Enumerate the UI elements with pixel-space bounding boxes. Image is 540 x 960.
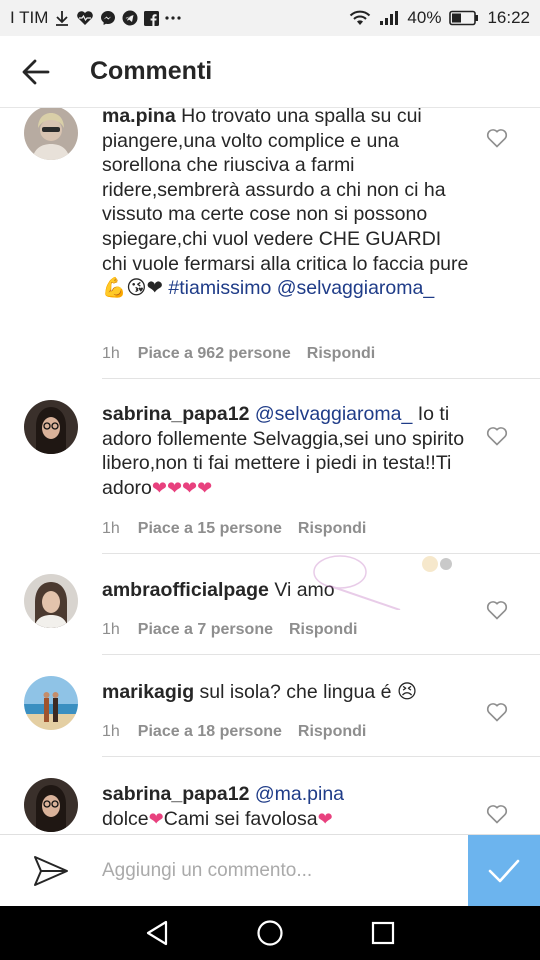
heart-outline-icon — [486, 601, 508, 620]
comment-hashtag[interactable]: #tiamissimo — [168, 277, 271, 299]
comment-body: ambraofficialpage Vi amo — [102, 578, 470, 603]
download-icon — [54, 10, 70, 26]
nav-recents-button[interactable] — [359, 909, 407, 957]
post-comment-button[interactable] — [468, 834, 540, 907]
avatar[interactable] — [24, 778, 78, 832]
circle-home-icon — [257, 920, 283, 946]
square-recents-icon — [372, 921, 395, 945]
comment-body: marikagig sul isola? che lingua é 😣 — [102, 680, 470, 705]
page-title: Commenti — [90, 57, 213, 85]
reply-button[interactable]: Rispondi — [298, 520, 366, 538]
comment-body: sabrina_papa12 @selvaggiaroma_ Io ti ado… — [102, 402, 470, 500]
more-dots-icon — [165, 15, 182, 21]
comment-time: 1h — [102, 345, 120, 362]
like-button[interactable] — [486, 702, 510, 724]
reply-button[interactable]: Rispondi — [298, 723, 366, 741]
nav-home-button[interactable] — [246, 909, 294, 957]
comment-divider — [102, 553, 540, 554]
comment-body: sabrina_papa12 @ma.pina dolce❤Cami sei f… — [102, 782, 470, 831]
like-button[interactable] — [486, 600, 510, 622]
avatar[interactable] — [24, 108, 78, 160]
comment-likes[interactable]: Piace a 7 persone — [138, 621, 273, 639]
battery-icon — [449, 10, 479, 26]
app-bar: Commenti — [0, 36, 540, 108]
comment-input[interactable] — [102, 834, 468, 907]
comment-divider — [102, 378, 540, 379]
comment-username[interactable]: sabrina_papa12 — [102, 783, 249, 805]
comment-username[interactable]: ambraofficialpage — [102, 579, 269, 601]
comment-divider — [102, 756, 540, 757]
signal-icon — [379, 10, 399, 26]
comment-input-bar — [0, 834, 540, 907]
reply-button[interactable]: Rispondi — [307, 345, 375, 363]
reply-button[interactable]: Rispondi — [289, 621, 357, 639]
comment-text: Cami sei favolosa — [163, 807, 318, 830]
comment-text: sul isola? che lingua é — [199, 681, 392, 703]
comment-username[interactable]: ma.pina — [102, 108, 176, 127]
comment-emoji: 😣 — [396, 681, 418, 703]
comment-mention[interactable]: @selvaggiaroma_ — [255, 403, 412, 425]
heart-outline-icon — [486, 805, 508, 824]
avatar[interactable] — [24, 574, 78, 628]
heart-outline-icon — [486, 129, 508, 148]
clock: 16:22 — [487, 8, 530, 27]
comment-likes[interactable]: Piace a 15 persone — [138, 520, 282, 538]
facebook-icon — [144, 10, 160, 26]
triangle-back-icon — [146, 920, 167, 946]
comment-likes[interactable]: Piace a 18 persone — [138, 723, 282, 741]
avatar[interactable] — [24, 676, 78, 730]
comment-emoji: ❤ — [148, 808, 164, 829]
wifi-icon — [349, 10, 371, 26]
comments-list[interactable]: ma.pina Ho trovato una spalla su cui pia… — [0, 108, 540, 834]
paper-plane-icon — [34, 855, 68, 886]
comment-meta: 1h Piace a 962 persone Rispondi — [102, 345, 375, 363]
nav-back-button[interactable] — [133, 909, 181, 957]
comment-username[interactable]: sabrina_papa12 — [102, 403, 249, 425]
comment-emoji: 💪😘❤ — [102, 277, 163, 300]
comment-likes[interactable]: Piace a 962 persone — [138, 345, 291, 363]
avatar[interactable] — [24, 400, 78, 454]
comment-username[interactable]: marikagig — [102, 681, 194, 703]
comment-text: Vi amo — [274, 579, 335, 601]
comment-mention[interactable]: @selvaggiaroma_ — [277, 277, 434, 299]
comment-text: dolce — [102, 807, 149, 830]
comment-body: ma.pina Ho trovato una spalla su cui pia… — [102, 108, 470, 301]
comment-emoji: ❤ — [317, 808, 333, 829]
telegram-icon — [122, 10, 138, 26]
comment-time: 1h — [102, 520, 120, 537]
messenger-icon — [100, 10, 116, 26]
like-button[interactable] — [486, 804, 510, 826]
carrier-label: I TIM — [10, 8, 49, 27]
comment-mention[interactable]: @ma.pina — [255, 783, 344, 805]
checkmark-icon — [488, 859, 520, 882]
like-button[interactable] — [486, 426, 510, 448]
heart-outline-icon — [486, 703, 508, 722]
like-button[interactable] — [486, 128, 510, 150]
comment-meta: 1h Piace a 7 persone Rispondi — [102, 621, 357, 639]
comment-time: 1h — [102, 723, 120, 740]
back-button[interactable] — [0, 36, 72, 108]
comment-meta: 1h Piace a 15 persone Rispondi — [102, 520, 366, 538]
comment-time: 1h — [102, 621, 120, 638]
status-bar: I TIM 40% 16:22 — [0, 0, 540, 36]
system-nav-bar — [0, 906, 540, 960]
comment-text: Ho trovato una spalla su cui piangere,un… — [102, 108, 469, 275]
heart-pulse-icon — [76, 10, 94, 26]
direct-send-button[interactable] — [0, 835, 102, 907]
comment-meta: 1h Piace a 18 persone Rispondi — [102, 723, 366, 741]
heart-outline-icon — [486, 427, 508, 446]
comment-divider — [102, 654, 540, 655]
arrow-back-icon — [22, 59, 50, 84]
battery-percent: 40% — [407, 8, 442, 27]
comment-emoji: ❤❤❤❤ — [151, 477, 213, 498]
